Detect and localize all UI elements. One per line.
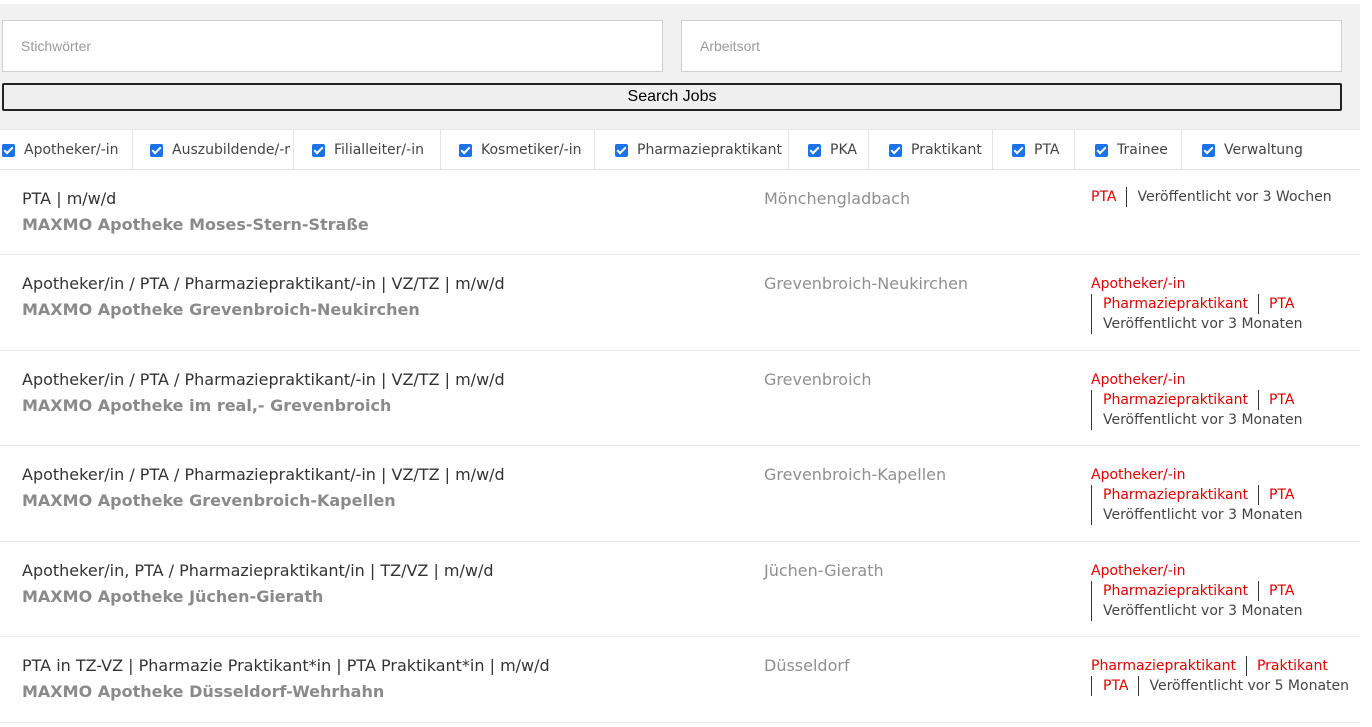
job-tag[interactable]: Praktikant [1245, 656, 1338, 676]
job-tag[interactable]: PTA [1091, 187, 1126, 207]
filter-pta[interactable]: PTA [993, 130, 1075, 169]
search-jobs-button[interactable]: Search Jobs [2, 83, 1342, 111]
job-tag[interactable]: PTA [1091, 676, 1138, 696]
checkbox-checked-icon[interactable] [808, 144, 821, 157]
job-published: Veröffentlicht vor 3 Monaten [1091, 410, 1313, 430]
job-company: MAXMO Apotheke Jüchen-Gierath [22, 587, 324, 606]
filter-filialleiter[interactable]: Filialleiter/-in [294, 130, 441, 169]
job-location: Grevenbroich-Neukirchen [764, 274, 969, 293]
job-tag[interactable]: Apotheker/-in [1091, 465, 1196, 485]
checkbox-checked-icon[interactable] [1202, 144, 1215, 157]
checkbox-checked-icon[interactable] [1095, 144, 1108, 157]
job-tag[interactable]: Apotheker/-in [1091, 274, 1196, 294]
filter-pharmaziepraktikant[interactable]: Pharmaziepraktikant [595, 130, 789, 169]
job-row[interactable]: Apotheker/in / PTA / Pharmaziepraktikant… [0, 446, 1360, 542]
job-meta: Apotheker/-in Pharmaziepraktikant PTA Ve… [1091, 274, 1313, 334]
job-location: Grevenbroich-Kapellen [764, 465, 947, 484]
job-tag[interactable]: Apotheker/-in [1091, 370, 1196, 390]
job-row[interactable]: Apotheker/in, PTA / Pharmaziepraktikant/… [0, 542, 1360, 637]
search-panel: Search Jobs [0, 4, 1360, 129]
job-location: Grevenbroich [764, 370, 872, 389]
filter-label: Apotheker/-in [24, 141, 119, 158]
checkbox-checked-icon[interactable] [312, 144, 325, 157]
filter-apotheker[interactable]: Apotheker/-in [0, 130, 133, 169]
job-tag[interactable]: PTA [1257, 390, 1304, 410]
filter-kosmetiker[interactable]: Kosmetiker/-in [441, 130, 595, 169]
job-published: Veröffentlicht vor 5 Monaten [1138, 676, 1359, 696]
filter-label: Kosmetiker/-in [481, 141, 582, 158]
category-filter-bar: Apotheker/-in Auszubildende/-r Filiallei… [0, 129, 1360, 170]
filter-praktikant[interactable]: Praktikant [869, 130, 993, 169]
job-meta: Apotheker/-in Pharmaziepraktikant PTA Ve… [1091, 370, 1313, 430]
checkbox-checked-icon[interactable] [2, 144, 15, 157]
job-tag[interactable]: PTA [1257, 294, 1304, 314]
checkbox-checked-icon[interactable] [615, 144, 628, 157]
job-location: Düsseldorf [764, 656, 850, 675]
job-published: Veröffentlicht vor 3 Monaten [1091, 505, 1313, 525]
job-company: MAXMO Apotheke Düsseldorf-Wehrhahn [22, 682, 385, 701]
job-meta: Apotheker/-in Pharmaziepraktikant PTA Ve… [1091, 561, 1313, 621]
filter-auszubildende[interactable]: Auszubildende/-r [133, 130, 294, 169]
job-tag[interactable]: PTA [1257, 485, 1304, 505]
job-tag[interactable]: PTA [1257, 581, 1304, 601]
checkbox-checked-icon[interactable] [150, 144, 163, 157]
job-row[interactable]: Apotheker/in / PTA / Pharmaziepraktikant… [0, 351, 1360, 446]
job-published: Veröffentlicht vor 3 Wochen [1126, 187, 1341, 207]
checkbox-checked-icon[interactable] [1012, 144, 1025, 157]
checkbox-checked-icon[interactable] [459, 144, 472, 157]
job-title[interactable]: Apotheker/in / PTA / Pharmaziepraktikant… [22, 370, 505, 389]
job-list: PTA | m/w/d MAXMO Apotheke Moses-Stern-S… [0, 170, 1360, 723]
job-row[interactable]: PTA in TZ-VZ | Pharmazie Praktikant*in |… [0, 637, 1360, 723]
filter-verwaltung[interactable]: Verwaltung [1182, 130, 1360, 169]
job-tag[interactable]: Pharmaziepraktikant [1091, 485, 1258, 505]
job-title[interactable]: PTA in TZ-VZ | Pharmazie Praktikant*in |… [22, 656, 550, 675]
job-published: Veröffentlicht vor 3 Monaten [1091, 314, 1313, 334]
filter-label: Trainee [1117, 141, 1168, 158]
filter-label: PKA [830, 141, 857, 158]
job-published: Veröffentlicht vor 3 Monaten [1091, 601, 1313, 621]
job-meta: Pharmaziepraktikant Praktikant PTA Veröf… [1091, 656, 1359, 696]
filter-pka[interactable]: PKA [789, 130, 869, 169]
filter-label: Pharmaziepraktikant [637, 141, 782, 158]
filter-label: Verwaltung [1224, 141, 1303, 158]
job-row[interactable]: Apotheker/in / PTA / Pharmaziepraktikant… [0, 255, 1360, 351]
job-title[interactable]: Apotheker/in / PTA / Pharmaziepraktikant… [22, 465, 505, 484]
job-tag[interactable]: Pharmaziepraktikant [1091, 390, 1258, 410]
checkbox-checked-icon[interactable] [889, 144, 902, 157]
filter-label: Filialleiter/-in [334, 141, 424, 158]
job-meta: Apotheker/-in Pharmaziepraktikant PTA Ve… [1091, 465, 1313, 525]
location-input[interactable] [681, 20, 1342, 72]
job-title[interactable]: Apotheker/in, PTA / Pharmaziepraktikant/… [22, 561, 494, 580]
filter-trainee[interactable]: Trainee [1075, 130, 1182, 169]
job-tag[interactable]: Pharmaziepraktikant [1091, 656, 1246, 676]
job-company: MAXMO Apotheke Grevenbroich-Kapellen [22, 491, 396, 510]
filter-label: Praktikant [911, 141, 982, 158]
filter-label: Auszubildende/-r [172, 141, 291, 158]
job-location: Jüchen-Gierath [764, 561, 884, 580]
job-tag[interactable]: Apotheker/-in [1091, 561, 1196, 581]
job-title[interactable]: Apotheker/in / PTA / Pharmaziepraktikant… [22, 274, 505, 293]
job-meta: PTA Veröffentlicht vor 3 Wochen [1091, 187, 1342, 207]
job-row[interactable]: PTA | m/w/d MAXMO Apotheke Moses-Stern-S… [0, 170, 1360, 255]
job-title[interactable]: PTA | m/w/d [22, 189, 116, 208]
filter-label: PTA [1034, 141, 1060, 158]
job-company: MAXMO Apotheke Moses-Stern-Straße [22, 215, 369, 234]
job-location: Mönchengladbach [764, 189, 911, 208]
job-tag[interactable]: Pharmaziepraktikant [1091, 294, 1258, 314]
job-company: MAXMO Apotheke im real,- Grevenbroich [22, 396, 392, 415]
job-company: MAXMO Apotheke Grevenbroich-Neukirchen [22, 300, 420, 319]
job-tag[interactable]: Pharmaziepraktikant [1091, 581, 1258, 601]
keywords-input[interactable] [2, 20, 663, 72]
